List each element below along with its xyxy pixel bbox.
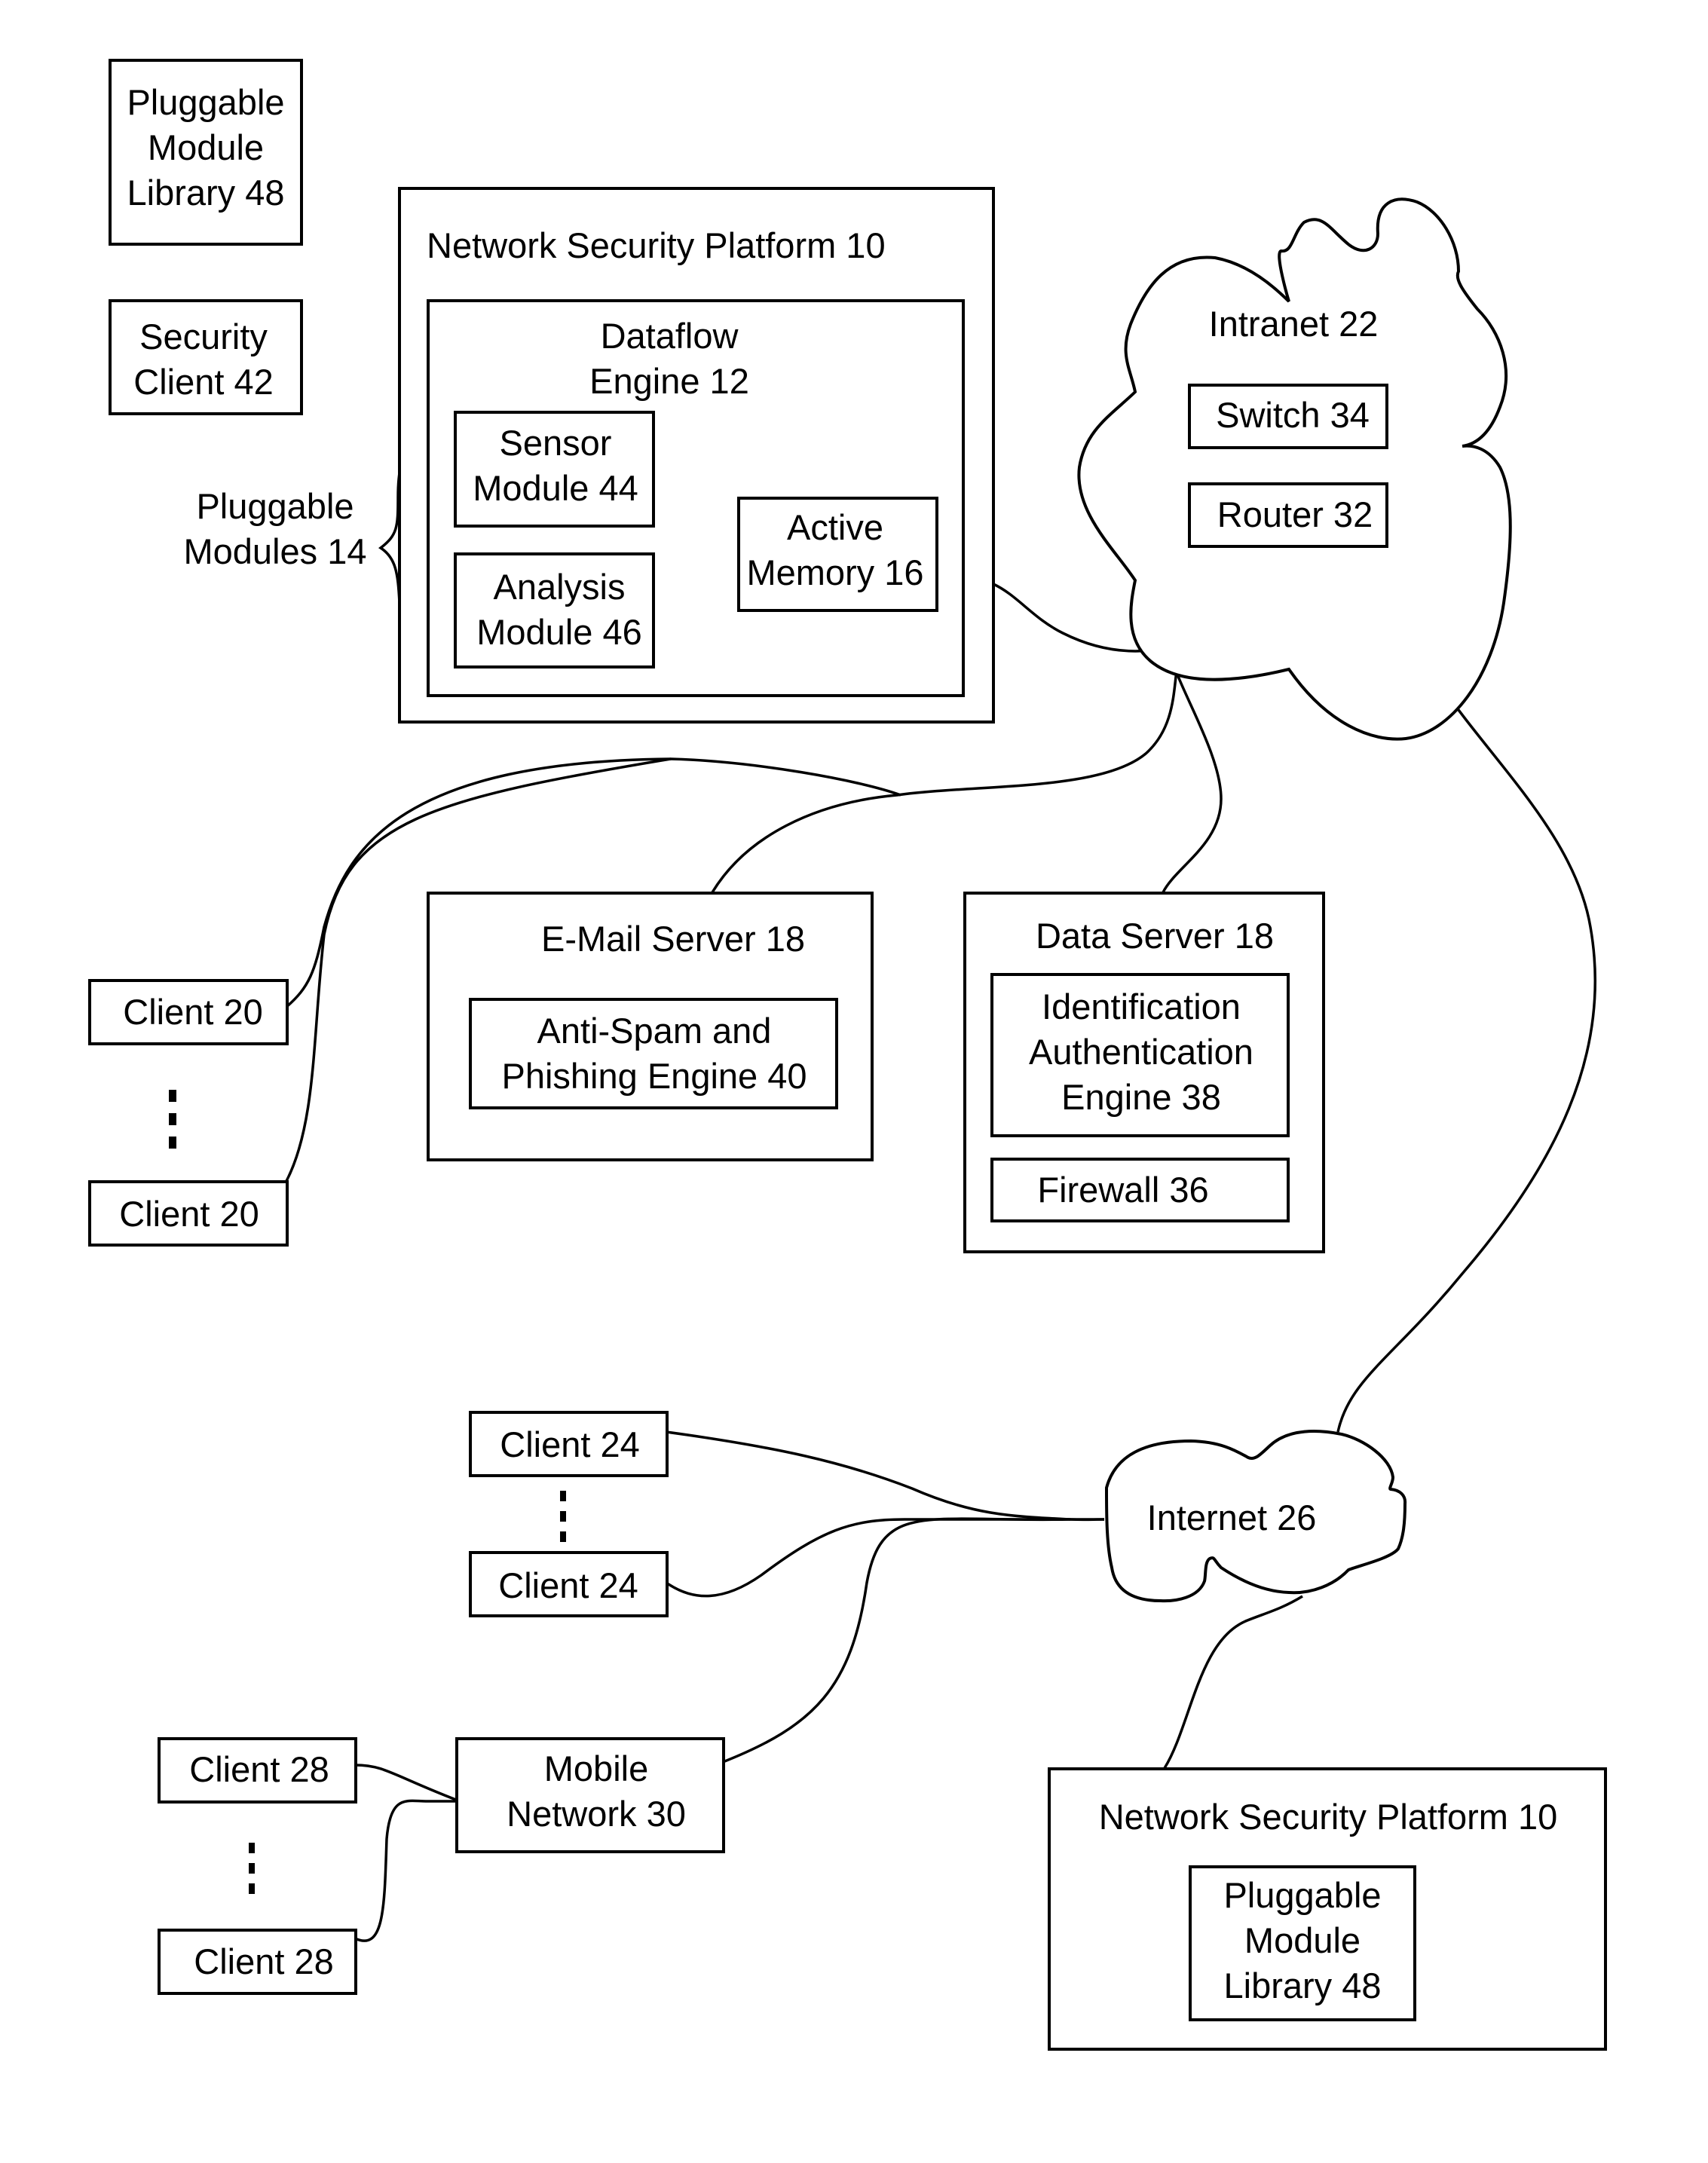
mobile-network-box[interactable]: Mobile Network 30: [455, 1737, 725, 1853]
network-security-platform-main[interactable]: Network Security Platform 10 Dataflow En…: [398, 187, 995, 724]
client-label: Client 28: [194, 1941, 334, 1981]
pluggable-module-library-box[interactable]: Pluggable Module Library 48: [109, 59, 303, 246]
label-line: Pluggable: [196, 486, 354, 526]
label-line: Network 30: [507, 1794, 686, 1834]
wire-intranet-to-internet: [1336, 685, 1597, 1433]
nsp-remote-title: Network Security Platform 10: [1099, 1797, 1558, 1837]
client-label: Client 20: [119, 1194, 259, 1234]
label-line: Module: [148, 127, 264, 167]
firewall-label: Firewall 36: [1037, 1170, 1208, 1210]
ellipsis-clients-28: [249, 1843, 255, 1894]
switch-box[interactable]: Switch 34: [1188, 384, 1388, 449]
label-line: Identification: [1042, 987, 1241, 1026]
client-label: Client 20: [123, 992, 263, 1032]
client-24-bottom[interactable]: Client 24: [469, 1551, 669, 1617]
intranet-cloud[interactable]: Intranet 22 Switch 34 Router 32: [1077, 197, 1512, 741]
label-line: Library 48: [1224, 1966, 1382, 2005]
ellipsis-clients-24: [560, 1491, 566, 1542]
internet-cloud[interactable]: Internet 26: [1104, 1430, 1407, 1603]
switch-label: Switch 34: [1216, 395, 1370, 435]
label-line: Module: [1244, 1920, 1361, 1960]
label-line: Phishing Engine 40: [501, 1056, 807, 1096]
label-line: Dataflow: [601, 316, 739, 356]
client-20-bottom[interactable]: Client 20: [88, 1180, 289, 1247]
wire-client24-top: [666, 1430, 1105, 1522]
label-line: Modules 14: [184, 531, 367, 571]
wire-client28-top: [354, 1764, 457, 1801]
label-line: Module 46: [476, 612, 642, 652]
wire-mobile-to-internet: [722, 1517, 1071, 1764]
network-diagram: Pluggable Module Library 48 Security Cli…: [88, 59, 1607, 2051]
client-20-top[interactable]: Client 20: [88, 979, 289, 1045]
data-server-box[interactable]: Data Server 18 Identification Authentica…: [963, 892, 1325, 1253]
internet-title: Internet 26: [1147, 1498, 1317, 1537]
security-client-box[interactable]: Security Client 42: [109, 299, 303, 415]
label-line: Pluggable: [1223, 1875, 1381, 1915]
pluggable-modules-label: Pluggable Modules 14: [184, 486, 367, 571]
label-line: Mobile: [544, 1748, 648, 1788]
label-line: Analysis: [493, 567, 625, 607]
label-line: Engine 12: [589, 361, 749, 401]
label-line: Module 44: [473, 468, 638, 508]
router-box[interactable]: Router 32: [1188, 482, 1388, 548]
email-server-box[interactable]: E-Mail Server 18 Anti-Spam and Phishing …: [427, 892, 874, 1161]
label-line: Memory 16: [746, 552, 923, 592]
client-24-top[interactable]: Client 24: [469, 1411, 669, 1477]
label-line: Active: [787, 507, 883, 547]
firewall-box[interactable]: Firewall 36: [990, 1158, 1290, 1222]
email-server-title: E-Mail Server 18: [541, 919, 805, 959]
pluggable-module-library-remote-box[interactable]: Pluggable Module Library 48: [1189, 1865, 1416, 2021]
cloud-shape-icon: [1077, 197, 1512, 741]
label-line: Security: [139, 317, 268, 356]
wire-internet-to-nsp-remote: [1163, 1595, 1303, 1769]
router-label: Router 32: [1217, 494, 1373, 534]
active-memory-box[interactable]: Active Memory 16: [737, 497, 938, 612]
label-line: Anti-Spam and: [537, 1011, 772, 1051]
label-line: Client 42: [133, 362, 274, 402]
ellipsis-clients-20: [169, 1090, 176, 1149]
nsp-title: Network Security Platform 10: [427, 225, 886, 265]
network-security-platform-remote[interactable]: Network Security Platform 10 Pluggable M…: [1048, 1767, 1607, 2051]
label-line: Sensor: [500, 423, 612, 463]
wire-client24-bottom: [666, 1518, 1104, 1598]
sensor-module-box[interactable]: Sensor Module 44: [454, 411, 655, 528]
wire-client28-bottom: [354, 1799, 456, 1942]
label-line: Engine 38: [1061, 1077, 1221, 1117]
label-line: Pluggable: [127, 82, 284, 122]
client-28-top[interactable]: Client 28: [158, 1737, 357, 1804]
client-label: Client 24: [500, 1424, 640, 1464]
data-server-title: Data Server 18: [1036, 916, 1274, 956]
client-label: Client 24: [498, 1565, 638, 1605]
client-28-bottom[interactable]: Client 28: [158, 1929, 357, 1995]
analysis-module-box[interactable]: Analysis Module 46: [454, 552, 655, 668]
identification-authentication-engine-box[interactable]: Identification Authentication Engine 38: [990, 973, 1290, 1137]
label-line: Library 48: [127, 173, 285, 213]
client-label: Client 28: [189, 1749, 329, 1789]
intranet-title: Intranet 22: [1209, 304, 1379, 344]
label-line: Authentication: [1029, 1032, 1253, 1072]
anti-spam-phishing-engine-box[interactable]: Anti-Spam and Phishing Engine 40: [469, 998, 838, 1109]
